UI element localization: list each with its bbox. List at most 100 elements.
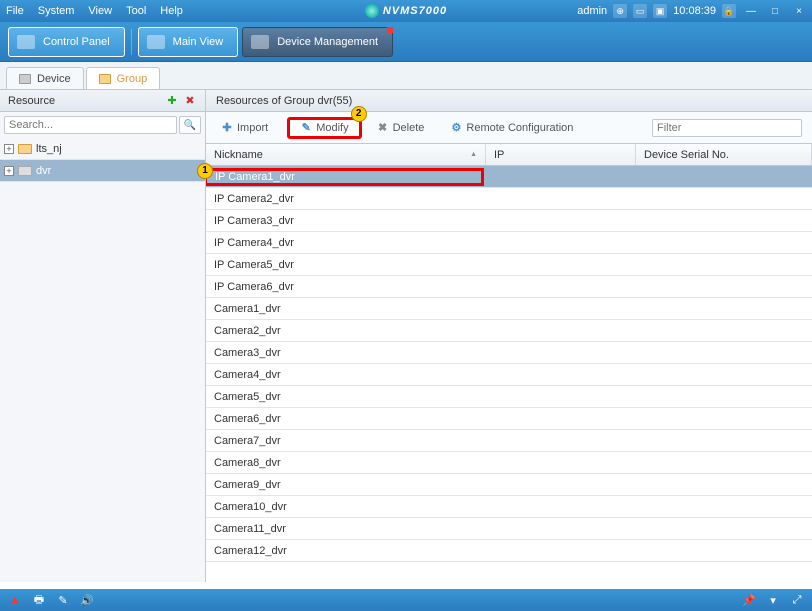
- menubar: File System View Tool Help NVMS7000 admi…: [0, 0, 812, 22]
- filter-box: [652, 119, 802, 137]
- lock-icon[interactable]: 🔒: [722, 4, 736, 18]
- search-input[interactable]: [4, 116, 177, 134]
- server-icon: [19, 74, 31, 84]
- menu-help[interactable]: Help: [160, 5, 183, 17]
- resource-header: Resource ✚ ✖: [0, 90, 205, 112]
- edit-icon: ✎: [300, 122, 312, 134]
- cell-nickname: Camera7_dvr: [206, 435, 486, 447]
- main-toolbar: Control Panel Main View Device Managemen…: [0, 22, 812, 62]
- menu-system[interactable]: System: [38, 5, 75, 17]
- table-row[interactable]: IP Camera2_dvr: [206, 188, 812, 210]
- table-row[interactable]: Camera1_dvr: [206, 298, 812, 320]
- statusbar: ▲ 🖶 ✎ 🔊 📌 ▾ ⤢: [0, 589, 812, 611]
- rec-icon[interactable]: ▣: [653, 4, 667, 18]
- tree-item-lts-nj[interactable]: + lts_nj: [0, 138, 205, 160]
- table-row[interactable]: IP Camera5_dvr: [206, 254, 812, 276]
- add-folder-icon[interactable]: ✚: [165, 94, 179, 108]
- cell-nickname: Camera6_dvr: [206, 413, 486, 425]
- cell-nickname: IP Camera5_dvr: [206, 259, 486, 271]
- tag-icon[interactable]: ✎: [56, 593, 70, 607]
- subtabs: Device Group: [0, 62, 812, 90]
- expander-icon[interactable]: +: [4, 144, 14, 154]
- maximize-button[interactable]: □: [766, 4, 784, 18]
- main-view-button[interactable]: Main View: [138, 27, 239, 57]
- table-row[interactable]: Camera5_dvr: [206, 386, 812, 408]
- grid-body[interactable]: IP Camera1_dvr IP Camera2_dvr IP Camera3_d…: [206, 166, 812, 580]
- content-title: Resources of Group dvr(55): [206, 90, 812, 112]
- grid-header: Nickname▲ IP Device Serial No.: [206, 144, 812, 166]
- table-row[interactable]: Camera2_dvr: [206, 320, 812, 342]
- table-row[interactable]: Camera11_dvr: [206, 518, 812, 540]
- sound-icon[interactable]: 🔊: [80, 593, 94, 607]
- menu-file[interactable]: File: [6, 5, 24, 17]
- table-row[interactable]: Camera6_dvr: [206, 408, 812, 430]
- network-icon[interactable]: ⊕: [613, 4, 627, 18]
- minimize-button[interactable]: —: [742, 4, 760, 18]
- cell-nickname: IP Camera2_dvr: [206, 193, 486, 205]
- table-row[interactable]: IP Camera4_dvr: [206, 232, 812, 254]
- folder-icon: [18, 144, 32, 154]
- search-row: 🔍: [0, 112, 205, 138]
- main-split: Resource ✚ ✖ 🔍 + lts_nj + dvr 1 Resource: [0, 90, 812, 582]
- modify-button[interactable]: ✎ Modify 2: [287, 117, 361, 139]
- table-row[interactable]: IP Camera6_dvr: [206, 276, 812, 298]
- gear-icon: ⚙: [450, 122, 462, 134]
- device-icon: [251, 35, 269, 49]
- monitor-icon: [147, 35, 165, 49]
- cell-nickname: Camera9_dvr: [206, 479, 486, 491]
- plus-icon: ✚: [221, 122, 233, 134]
- cell-nickname: IP Camera3_dvr: [206, 215, 486, 227]
- tree-label: dvr: [36, 165, 51, 177]
- grid-icon: [17, 35, 35, 49]
- expander-icon[interactable]: +: [4, 166, 14, 176]
- table-row[interactable]: Camera7_dvr: [206, 430, 812, 452]
- pin-icon[interactable]: 📌: [742, 593, 756, 607]
- cell-nickname: Camera4_dvr: [206, 369, 486, 381]
- resource-title: Resource: [8, 95, 55, 107]
- delete-button[interactable]: ✖ Delete: [370, 117, 436, 139]
- expand-icon[interactable]: ⤢: [790, 593, 804, 607]
- cell-nickname: Camera10_dvr: [206, 501, 486, 513]
- col-serial[interactable]: Device Serial No.: [636, 144, 812, 165]
- search-button[interactable]: 🔍: [179, 116, 201, 134]
- table-row[interactable]: Camera3_dvr: [206, 342, 812, 364]
- filter-input[interactable]: [652, 119, 802, 137]
- table-row[interactable]: Camera12_dvr: [206, 540, 812, 562]
- device-management-button[interactable]: Device Management: [242, 27, 393, 57]
- cell-nickname: Camera3_dvr: [206, 347, 486, 359]
- globe-icon: [365, 4, 379, 18]
- close-button[interactable]: ×: [790, 4, 808, 18]
- tree-item-dvr[interactable]: + dvr 1: [0, 160, 205, 182]
- resource-pane: Resource ✚ ✖ 🔍 + lts_nj + dvr 1: [0, 90, 206, 582]
- table-row[interactable]: IP Camera1_dvr: [206, 166, 812, 188]
- brand-text: NVMS7000: [383, 5, 447, 17]
- menu-tool[interactable]: Tool: [126, 5, 146, 17]
- menu-view[interactable]: View: [88, 5, 112, 17]
- table-row[interactable]: Camera8_dvr: [206, 452, 812, 474]
- table-row[interactable]: Camera10_dvr: [206, 496, 812, 518]
- col-nickname[interactable]: Nickname▲: [206, 144, 486, 165]
- import-button[interactable]: ✚ Import: [214, 117, 279, 139]
- tab-group[interactable]: Group: [86, 67, 161, 89]
- cell-nickname: Camera1_dvr: [206, 303, 486, 315]
- delete-folder-icon[interactable]: ✖: [183, 94, 197, 108]
- alarm-icon[interactable]: ▲: [8, 593, 22, 607]
- cell-nickname: Camera11_dvr: [206, 523, 486, 535]
- col-ip[interactable]: IP: [486, 144, 636, 165]
- action-bar: ✚ Import ✎ Modify 2 ✖ Delete ⚙ Remote Co…: [206, 112, 812, 144]
- collapse-icon[interactable]: ▾: [766, 593, 780, 607]
- tab-device[interactable]: Device: [6, 67, 84, 89]
- content-pane: Resources of Group dvr(55) ✚ Import ✎ Mo…: [206, 90, 812, 582]
- print-icon[interactable]: 🖶: [32, 593, 46, 607]
- table-row[interactable]: IP Camera3_dvr: [206, 210, 812, 232]
- disk-icon[interactable]: ▭: [633, 4, 647, 18]
- table-row[interactable]: Camera9_dvr: [206, 474, 812, 496]
- control-panel-button[interactable]: Control Panel: [8, 27, 125, 57]
- annotation-marker-2: 2: [351, 106, 367, 122]
- cell-nickname: Camera8_dvr: [206, 457, 486, 469]
- brand: NVMS7000: [365, 4, 447, 18]
- search-icon: 🔍: [184, 120, 196, 131]
- remote-config-button[interactable]: ⚙ Remote Configuration: [443, 117, 584, 139]
- cell-nickname: Camera12_dvr: [206, 545, 486, 557]
- table-row[interactable]: Camera4_dvr: [206, 364, 812, 386]
